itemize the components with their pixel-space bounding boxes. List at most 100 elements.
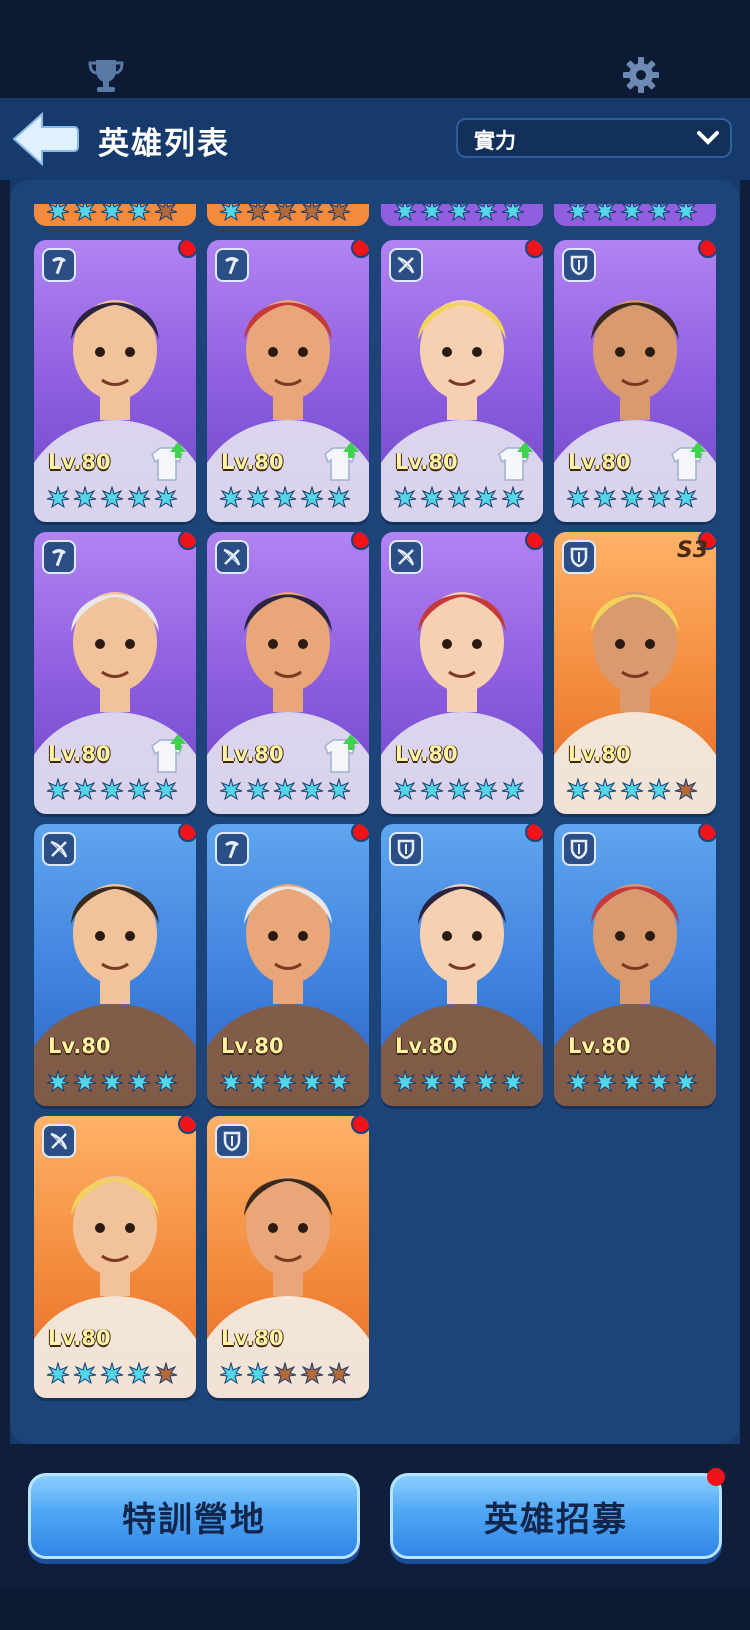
star-icon: [100, 1070, 124, 1093]
star-icon: [127, 204, 151, 222]
trophy-icon[interactable]: [86, 56, 126, 94]
hero-level: Lv.80: [568, 450, 631, 474]
star-icon: [46, 486, 70, 509]
star-icon: [154, 778, 178, 801]
star-icon: [100, 778, 124, 801]
star-icon: [620, 486, 644, 509]
hero-level: Lv.80: [395, 1034, 458, 1058]
hero-card[interactable]: Lv.80: [381, 240, 543, 522]
hero-portrait: [381, 532, 543, 814]
hero-portrait: [554, 532, 716, 814]
hero-card-partial[interactable]: [554, 204, 716, 226]
star-icon: [674, 1070, 698, 1093]
outfit-upgrade-icon[interactable]: [319, 732, 361, 776]
star-icon: [420, 778, 444, 801]
hero-card-partial[interactable]: [381, 204, 543, 226]
hero-card[interactable]: Lv.80: [34, 824, 196, 1106]
star-icon: [273, 778, 297, 801]
hero-card[interactable]: S3 Lv.80: [554, 532, 716, 814]
hero-card[interactable]: Lv.80: [34, 1116, 196, 1398]
star-icon: [246, 1070, 270, 1093]
star-rating: [219, 1362, 351, 1388]
star-icon: [420, 1070, 444, 1093]
notification-dot: [178, 824, 196, 842]
star-icon: [327, 1070, 351, 1093]
crossbow-icon: [389, 540, 423, 574]
star-icon: [219, 1362, 243, 1385]
star-icon: [327, 204, 351, 222]
star-icon: [273, 1070, 297, 1093]
star-icon: [273, 204, 297, 222]
hero-portrait: [207, 1116, 369, 1398]
star-rating: [566, 486, 698, 512]
star-icon: [474, 204, 498, 222]
hero-card[interactable]: Lv.80: [34, 532, 196, 814]
hero-level: Lv.80: [568, 742, 631, 766]
star-icon: [620, 1070, 644, 1093]
star-rating: [46, 1070, 178, 1096]
star-rating: [219, 1070, 351, 1096]
pickaxe-icon: [42, 540, 76, 574]
hero-card[interactable]: Lv.80: [207, 824, 369, 1106]
notification-dot: [525, 532, 543, 550]
star-icon: [474, 778, 498, 801]
star-icon: [447, 778, 471, 801]
star-rating: [393, 1070, 525, 1096]
outfit-upgrade-icon[interactable]: [146, 732, 188, 776]
hero-card[interactable]: Lv.80: [381, 824, 543, 1106]
hero-card-partial[interactable]: [34, 204, 196, 226]
star-icon: [73, 486, 97, 509]
outfit-upgrade-icon[interactable]: [146, 440, 188, 484]
crossbow-icon: [42, 832, 76, 866]
star-icon: [593, 1070, 617, 1093]
sort-dropdown[interactable]: 實力: [456, 118, 732, 158]
star-icon: [327, 1362, 351, 1385]
hero-level: Lv.80: [221, 450, 284, 474]
shield-icon: [215, 1124, 249, 1158]
hero-level: Lv.80: [221, 1034, 284, 1058]
hero-card-partial[interactable]: [207, 204, 369, 226]
star-rating: [566, 778, 698, 804]
hero-card[interactable]: Lv.80: [207, 1116, 369, 1398]
notification-dot: [351, 824, 369, 842]
hero-card[interactable]: Lv.80: [554, 240, 716, 522]
star-rating: [219, 486, 351, 512]
star-icon: [246, 486, 270, 509]
star-icon: [219, 204, 243, 222]
star-icon: [46, 1070, 70, 1093]
notification-dot: [525, 824, 543, 842]
star-icon: [219, 486, 243, 509]
star-rating: [46, 486, 178, 512]
outfit-upgrade-icon[interactable]: [493, 440, 535, 484]
star-rating: [393, 486, 525, 512]
outfit-upgrade-icon[interactable]: [319, 440, 361, 484]
chevron-down-icon: [697, 131, 719, 145]
star-icon: [127, 1362, 151, 1385]
star-rating: [219, 778, 351, 804]
hero-level: Lv.80: [395, 450, 458, 474]
hero-card[interactable]: Lv.80: [207, 240, 369, 522]
hero-card[interactable]: Lv.80: [381, 532, 543, 814]
star-icon: [501, 486, 525, 509]
hero-card[interactable]: Lv.80: [34, 240, 196, 522]
star-icon: [674, 204, 698, 222]
star-rating: [566, 1070, 698, 1096]
hero-recruit-button[interactable]: 英雄招募: [390, 1468, 725, 1559]
notification-dot: [178, 532, 196, 550]
star-icon: [46, 204, 70, 222]
star-icon: [154, 486, 178, 509]
hero-level: Lv.80: [48, 1034, 111, 1058]
pickaxe-icon: [42, 248, 76, 282]
notification-dot: [698, 240, 716, 258]
outfit-upgrade-icon[interactable]: [666, 440, 708, 484]
training-camp-button[interactable]: 特訓營地: [28, 1473, 360, 1559]
gear-icon[interactable]: [622, 56, 660, 94]
back-arrow-icon[interactable]: [10, 110, 80, 168]
star-icon: [46, 1362, 70, 1385]
hero-card[interactable]: Lv.80: [207, 532, 369, 814]
star-icon: [300, 1362, 324, 1385]
hero-card[interactable]: Lv.80: [554, 824, 716, 1106]
notification-dot: [351, 240, 369, 258]
hero-grid[interactable]: Lv.80 Lv.80 Lv.80 Lv.80 Lv.80 Lv.80 Lv.8…: [34, 204, 716, 1404]
star-icon: [300, 1070, 324, 1093]
